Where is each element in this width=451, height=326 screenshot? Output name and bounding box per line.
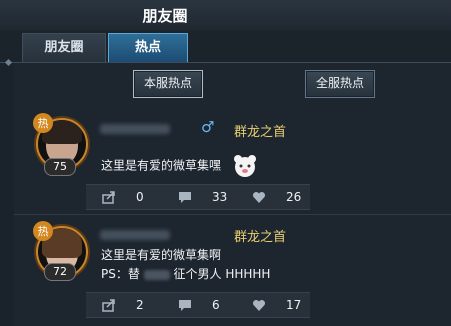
heart-icon xyxy=(252,191,266,203)
post-text-prefix: PS：替 xyxy=(101,267,140,281)
share-count: 0 xyxy=(136,190,144,204)
heart-icon xyxy=(252,299,266,311)
comment-icon xyxy=(179,192,191,203)
window-titlebar: 朋友圈 xyxy=(0,0,451,30)
tab-friends-circle[interactable]: 朋友圈 xyxy=(22,33,106,62)
username-redacted[interactable] xyxy=(100,124,170,134)
post-text: 这里是有爱的微草集嘿 xyxy=(101,154,259,178)
comment-button[interactable]: 33 xyxy=(178,185,238,209)
username-redacted[interactable] xyxy=(100,230,170,240)
faction-label: 群龙之首 xyxy=(234,230,287,245)
share-icon xyxy=(102,299,115,312)
like-count: 26 xyxy=(286,190,302,204)
post-text-line: 这里是有爱的微草集嘿 xyxy=(101,158,222,173)
hot-icon: 热 xyxy=(33,221,53,241)
redacted-name xyxy=(143,269,170,280)
like-button[interactable]: 26 xyxy=(252,185,312,209)
window-title: 朋友圈 xyxy=(142,7,188,25)
hot-icon: 热 xyxy=(33,113,53,133)
comment-icon xyxy=(179,300,191,311)
post-text-line: 这里是有爱的微草集啊 xyxy=(101,248,222,262)
server-hot-button[interactable]: 本服热点 xyxy=(133,70,203,98)
divider xyxy=(14,214,451,215)
svg-text:热: 热 xyxy=(38,117,49,130)
all-server-hot-button[interactable]: 全服热点 xyxy=(305,70,375,98)
tab-hot-topics[interactable]: 热点 xyxy=(108,33,188,62)
level-badge: 75 xyxy=(44,158,76,176)
share-button[interactable]: 0 xyxy=(102,185,162,209)
post-action-bar: 2 6 17 xyxy=(86,292,310,318)
svg-text:热: 热 xyxy=(38,225,49,238)
post-action-bar: 0 33 26 xyxy=(86,184,310,210)
share-icon xyxy=(102,191,115,204)
faction-label: 群龙之首 xyxy=(234,125,287,140)
share-button[interactable]: 2 xyxy=(102,293,162,317)
share-count: 2 xyxy=(136,298,144,312)
tab-bar: 朋友圈 热点 xyxy=(0,30,451,63)
post-text-suffix: 征个男人 HHHHH xyxy=(173,267,271,281)
cat-emoji-icon xyxy=(233,155,256,177)
level-badge: 72 xyxy=(44,263,76,281)
like-button[interactable]: 17 xyxy=(252,293,312,317)
comment-count: 6 xyxy=(212,298,220,312)
comment-button[interactable]: 6 xyxy=(178,293,238,317)
comment-count: 33 xyxy=(212,190,228,204)
like-count: 17 xyxy=(286,298,302,312)
male-icon: ♂ xyxy=(201,118,215,136)
post-text-line: PS：替 征个男人 HHHHH xyxy=(101,265,270,282)
